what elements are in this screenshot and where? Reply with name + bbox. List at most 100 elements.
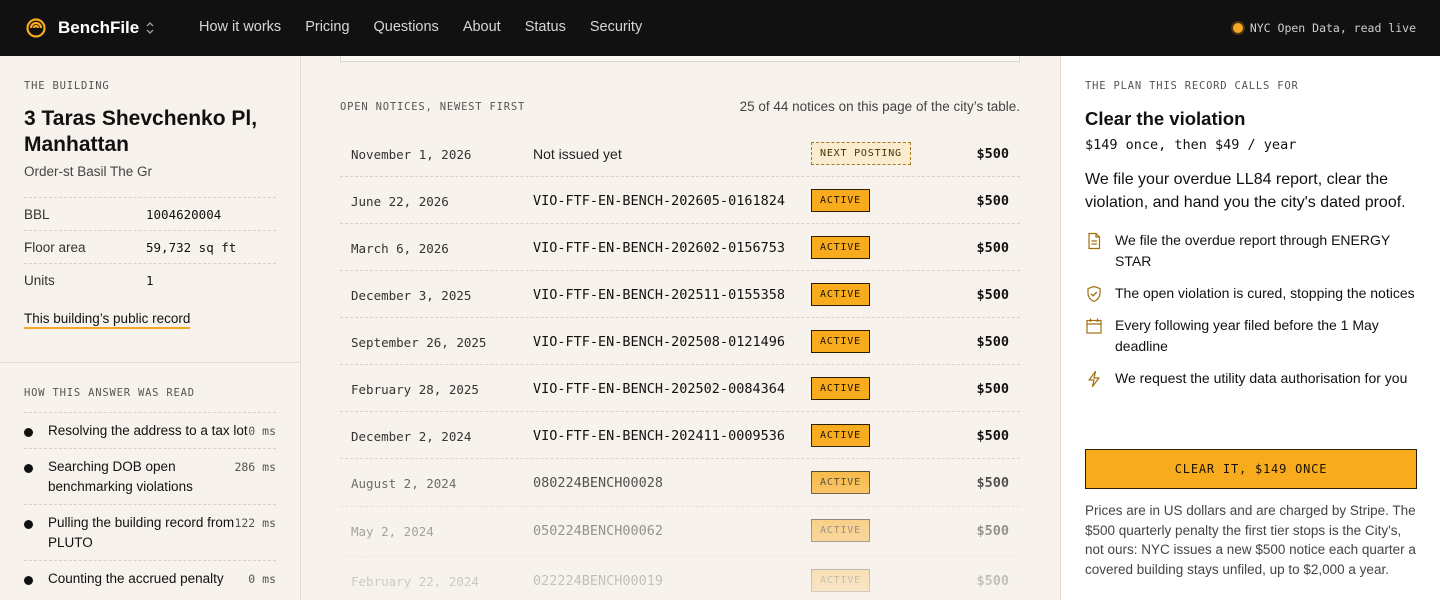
table-row: August 2, 2024 080224BENCH00028 ACTIVE $… <box>340 459 1020 507</box>
table-row: March 6, 2026 VIO-FTF-EN-BENCH-202602-01… <box>340 224 1020 271</box>
notice-id: VIO-FTF-EN-BENCH-202605-0161824 <box>533 193 785 209</box>
table-row: February 28, 2025 VIO-FTF-EN-BENCH-20250… <box>340 365 1020 412</box>
notice-date: February 28, 2025 <box>351 382 479 397</box>
notice-date: May 2, 2024 <box>351 524 434 539</box>
fact-label: Floor area <box>24 239 86 255</box>
list-item: Counting the accrued penalty 0 ms <box>24 560 276 596</box>
fact-value: 59,732 sq ft <box>146 239 237 255</box>
notice-id: VIO-FTF-EN-BENCH-202502-0084364 <box>533 381 785 397</box>
notice-date: December 3, 2025 <box>351 288 472 303</box>
nav-security[interactable]: Security <box>590 19 642 35</box>
notice-date: June 22, 2026 <box>351 194 449 209</box>
notice-amount: $500 <box>976 146 1009 162</box>
live-data-status: NYC Open Data, read live <box>1232 21 1416 35</box>
feature-text: We file the overdue report through ENERG… <box>1115 232 1390 269</box>
building-eyebrow: THE BUILDING <box>24 80 110 92</box>
nav-about[interactable]: About <box>463 19 501 35</box>
live-status-text: NYC Open Data, read live <box>1249 21 1416 35</box>
nav-questions[interactable]: Questions <box>374 19 439 35</box>
fact-bbl: BBL 1004620004 <box>24 197 276 230</box>
status-badge: ACTIVE <box>811 189 870 212</box>
nav-status[interactable]: Status <box>525 19 566 35</box>
table-row: February 22, 2024 022224BENCH00019 ACTIV… <box>340 557 1020 600</box>
notice-id: VIO-FTF-EN-BENCH-202411-0009536 <box>533 428 785 444</box>
notice-date: November 1, 2026 <box>351 147 472 162</box>
plan-panel: THE PLAN THIS RECORD CALLS FOR Clear the… <box>1060 56 1440 600</box>
status-badge: ACTIVE <box>811 569 870 592</box>
notices-eyebrow: OPEN NOTICES, NEWEST FIRST <box>340 101 526 113</box>
step-duration: 122 ms <box>234 516 276 530</box>
table-row: June 22, 2026 VIO-FTF-EN-BENCH-202605-01… <box>340 177 1020 224</box>
list-item: Searching DOB open benchmarking violatio… <box>24 448 276 504</box>
status-badge: ACTIVE <box>811 471 870 494</box>
plan-price: $149 once, then $49 / year <box>1085 137 1297 153</box>
feature-text: The open violation is cured, stopping th… <box>1115 285 1415 301</box>
building-owner: Order-st Basil The Gr <box>24 164 153 179</box>
table-row: December 3, 2025 VIO-FTF-EN-BENCH-202511… <box>340 271 1020 318</box>
notices-count: 25 of 44 notices on this page of the cit… <box>739 99 1020 114</box>
table-row: December 2, 2024 VIO-FTF-EN-BENCH-202411… <box>340 412 1020 459</box>
notice-id: 050224BENCH00062 <box>533 523 664 539</box>
notice-amount: $500 <box>976 428 1009 444</box>
shield-check-icon <box>1087 285 1101 303</box>
list-item: Pulling the building record from PLUTO 1… <box>24 504 276 560</box>
notice-id: VIO-FTF-EN-BENCH-202511-0155358 <box>533 287 785 303</box>
notice-date: September 26, 2025 <box>351 335 487 350</box>
table-row: November 1, 2026 Not issued yet NEXT POS… <box>340 130 1020 177</box>
building-sidebar: THE BUILDING 3 Taras Shevchenko Pl, Manh… <box>0 56 301 600</box>
notice-amount: $500 <box>976 523 1009 539</box>
notice-date: March 6, 2026 <box>351 241 449 256</box>
clear-it-button[interactable]: CLEAR IT, $149 ONCE <box>1085 449 1417 489</box>
plan-title: Clear the violation <box>1085 108 1246 129</box>
status-badge: ACTIVE <box>811 283 870 306</box>
brand-logo-icon[interactable] <box>26 18 46 38</box>
summary-card-edge <box>340 56 1020 62</box>
list-item: The open violation is cured, stopping th… <box>1085 283 1417 304</box>
notice-id: 080224BENCH00028 <box>533 475 664 491</box>
notices-panel: OPEN NOTICES, NEWEST FIRST 25 of 44 noti… <box>301 56 1060 600</box>
notice-amount: $500 <box>976 193 1009 209</box>
step-label: Resolving the address to a tax lot <box>48 423 248 438</box>
list-item: Every following year filed before the 1 … <box>1085 315 1417 357</box>
notice-amount: $500 <box>976 573 1009 589</box>
notice-amount: $500 <box>976 475 1009 491</box>
step-duration: 286 ms <box>234 460 276 474</box>
notice-id: 022224BENCH00019 <box>533 573 664 589</box>
notice-date: December 2, 2024 <box>351 429 472 444</box>
bullet-icon <box>24 576 33 585</box>
plan-eyebrow: THE PLAN THIS RECORD CALLS FOR <box>1085 80 1299 92</box>
feature-text: Every following year filed before the 1 … <box>1115 317 1379 354</box>
notice-amount: $500 <box>976 381 1009 397</box>
list-item: We file the overdue report through ENERG… <box>1085 230 1417 272</box>
lightning-icon <box>1088 370 1100 388</box>
main-nav: How it works Pricing Questions About Sta… <box>199 19 642 35</box>
status-badge: NEXT POSTING <box>811 142 911 165</box>
notices-list: November 1, 2026 Not issued yet NEXT POS… <box>340 130 1020 600</box>
fact-value: 1004620004 <box>146 206 222 222</box>
nav-how-it-works[interactable]: How it works <box>199 19 281 35</box>
document-icon <box>1088 232 1101 250</box>
status-badge: ACTIVE <box>811 330 870 353</box>
chevron-up-down-icon[interactable] <box>143 20 157 36</box>
fact-value: 1 <box>146 272 154 288</box>
building-name: 3 Taras Shevchenko Pl, Manhattan <box>24 107 258 156</box>
notice-id: VIO-FTF-EN-BENCH-202508-0121496 <box>533 334 785 350</box>
live-dot-icon <box>1232 23 1243 33</box>
building-facts: BBL 1004620004 Floor area 59,732 sq ft U… <box>24 197 276 296</box>
table-row: September 26, 2025 VIO-FTF-EN-BENCH-2025… <box>340 318 1020 365</box>
fact-floor-area: Floor area 59,732 sq ft <box>24 230 276 263</box>
fact-label: Units <box>24 272 55 288</box>
status-badge: ACTIVE <box>811 519 870 542</box>
fact-units: Units 1 <box>24 263 276 296</box>
read-steps-eyebrow: HOW THIS ANSWER WAS READ <box>24 387 195 399</box>
feature-text: We request the utility data authorisatio… <box>1115 370 1408 386</box>
public-record-link[interactable]: This building’s public record <box>24 311 191 329</box>
notice-amount: $500 <box>976 240 1009 256</box>
step-duration: 0 ms <box>248 572 276 586</box>
status-badge: ACTIVE <box>811 236 870 259</box>
nav-pricing[interactable]: Pricing <box>305 19 349 35</box>
brand-name[interactable]: BenchFile <box>58 18 139 38</box>
table-row: May 2, 2024 050224BENCH00062 ACTIVE $500 <box>340 507 1020 557</box>
bullet-icon <box>24 520 33 529</box>
step-label: Counting the accrued penalty <box>48 571 224 586</box>
